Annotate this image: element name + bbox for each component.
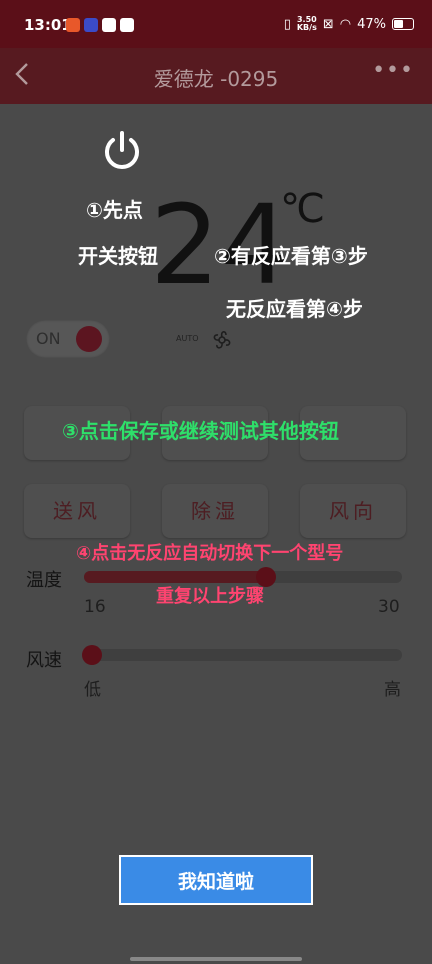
network-speed: 3.50 KB/s	[296, 15, 317, 32]
title-bar: 爱德龙 -0295 •••	[0, 48, 432, 104]
guide-step3: ③点击保存或继续测试其他按钮	[62, 419, 339, 443]
calendar-notification-icon	[102, 18, 116, 32]
vibrate-icon: ▯	[283, 16, 291, 32]
guide-step1-line1: ①先点	[86, 198, 143, 222]
fan-speed-slider-label: 风速	[26, 650, 62, 671]
power-toggle[interactable]: ON	[26, 320, 110, 358]
dehumidify-button[interactable]: 除湿	[162, 484, 268, 538]
guide-step1-line2: 开关按钮	[78, 244, 158, 268]
fan-speed-max: 高	[384, 680, 401, 700]
page-title: 爱德龙 -0295	[153, 67, 279, 91]
guide-step2b: 无反应看第④步	[226, 297, 363, 321]
temperature-slider-label: 温度	[26, 570, 62, 591]
status-time: 13:01	[24, 16, 72, 34]
power-icon	[102, 130, 142, 174]
guide-step4-line1: ④点击无反应自动切换下一个型号	[76, 543, 344, 564]
fan-speed-slider-thumb[interactable]	[82, 645, 102, 665]
wind-direction-button[interactable]: 风向	[300, 484, 406, 538]
home-indicator[interactable]	[130, 957, 302, 961]
fan-button[interactable]: 送风	[24, 484, 130, 538]
battery-icon	[392, 18, 414, 30]
play-notification-icon	[84, 18, 98, 32]
fan-speed-min: 低	[84, 680, 101, 700]
mode-auto-label: AUTO	[176, 334, 199, 343]
sim-icon: ⊠	[322, 16, 334, 32]
app-notification-icon	[66, 18, 80, 32]
battery-percent: 47%	[357, 16, 386, 32]
confirm-button[interactable]: 我知道啦	[119, 855, 313, 905]
wifi-icon: ◠	[339, 16, 352, 32]
fan-mode-icon[interactable]	[210, 328, 234, 356]
temperature-min: 16	[84, 597, 106, 617]
temperature-max: 30	[378, 597, 400, 617]
fan-speed-slider[interactable]	[82, 645, 402, 665]
guide-step2: ②有反应看第③步	[214, 244, 368, 268]
status-bar: 13:01 ▯ 3.50 KB/s ⊠ ◠ 47%	[0, 0, 432, 48]
celsius-unit: ℃	[280, 186, 325, 232]
power-toggle-label: ON	[36, 329, 61, 348]
guide-step4-line2: 重复以上步骤	[156, 586, 264, 607]
power-toggle-knob	[76, 326, 102, 352]
more-dots-icon[interactable]: •••	[372, 58, 414, 83]
mail-notification-icon	[120, 18, 134, 32]
status-right: ▯ 3.50 KB/s ⊠ ◠ 47%	[284, 16, 414, 32]
